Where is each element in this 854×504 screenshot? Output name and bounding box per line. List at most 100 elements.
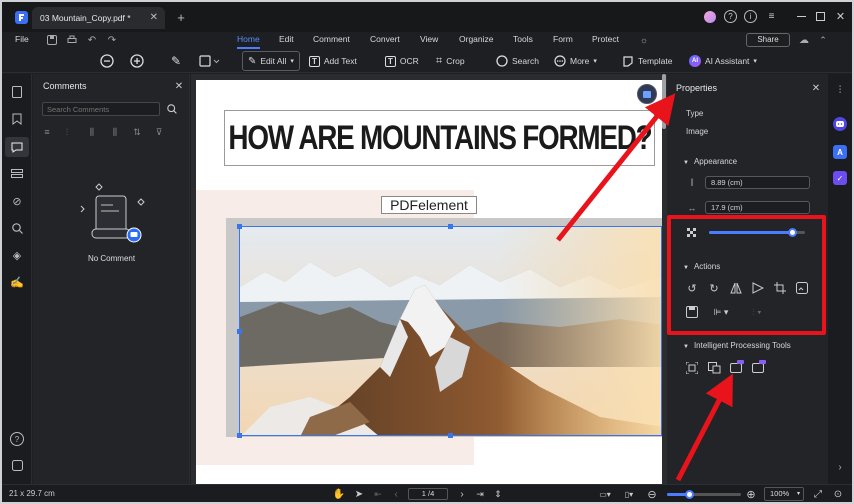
width-field[interactable]: 17.9 (cm) — [705, 201, 810, 214]
prev-page-icon[interactable]: ‹ — [390, 487, 402, 501]
template-button[interactable]: Template — [622, 51, 673, 71]
ai-assistant-button[interactable]: AI AI Assistant ▾ — [689, 51, 757, 71]
image-to-text-icon[interactable] — [707, 361, 721, 375]
redo-icon[interactable]: ↷ — [106, 34, 118, 46]
menu-view[interactable]: View — [420, 32, 438, 49]
feedback-icon[interactable] — [10, 458, 24, 472]
height-field[interactable]: 8.89 (cm) — [705, 176, 810, 189]
menu-home[interactable]: Home — [237, 32, 260, 49]
document-tab[interactable]: 03 Mountain_Copy.pdf * ✕ — [32, 7, 165, 29]
search-icon[interactable] — [10, 221, 24, 235]
filter-color-icon[interactable]: ⇅ — [131, 126, 143, 138]
info-icon[interactable]: i — [744, 10, 757, 23]
new-tab-icon[interactable]: + — [174, 10, 188, 25]
zoom-slider-thumb[interactable] — [685, 490, 695, 499]
ai-image-enhance-icon[interactable] — [729, 359, 745, 375]
menu-organize[interactable]: Organize — [459, 32, 494, 49]
first-page-icon[interactable]: ⇤ — [372, 487, 384, 501]
sort-icon[interactable]: ≡ — [41, 126, 53, 138]
filter-author-icon[interactable]: ⫼ — [86, 126, 98, 138]
select-tool-icon[interactable]: ➤ — [352, 487, 366, 501]
page-layout-icon[interactable]: ▭▾ — [597, 487, 613, 501]
ocr-button[interactable]: T OCR — [385, 51, 419, 71]
highlight-icon[interactable]: ✎ — [168, 53, 184, 69]
properties-toggle-icon[interactable]: ⫶ — [833, 83, 847, 97]
maximize-icon[interactable] — [814, 10, 827, 23]
page-indicator[interactable]: 1 /4 — [408, 488, 448, 500]
resize-handle-bm[interactable] — [448, 433, 453, 438]
pdf-page: HOW ARE MOUNTAINS FORMED? PDFelement — [196, 80, 662, 484]
heading-text-box[interactable]: HOW ARE MOUNTAINS FORMED? — [224, 110, 655, 166]
next-page-icon[interactable]: › — [456, 487, 468, 501]
menu-form[interactable]: Form — [553, 32, 573, 49]
last-page-icon[interactable]: ⇥ — [474, 487, 486, 501]
zoom-dropdown[interactable]: 100% ▾ — [764, 487, 804, 501]
add-text-button[interactable]: T Add Text — [309, 51, 357, 71]
ai-float-icon[interactable] — [637, 84, 657, 104]
collapse-ribbon-icon[interactable]: ⌃ — [817, 34, 829, 46]
signature-icon[interactable]: ✍ — [10, 275, 24, 289]
expand-panel-icon[interactable]: › — [833, 460, 847, 474]
scroll-mode-icon[interactable]: ⇕ — [492, 487, 504, 501]
menu-list-icon[interactable]: ≡ — [765, 10, 778, 23]
lightbulb-icon[interactable]: ☼ — [638, 34, 650, 46]
zoom-out-icon[interactable] — [99, 53, 115, 69]
menu-protect[interactable]: Protect — [592, 32, 619, 49]
reading-mode-icon[interactable]: ▯▾ — [621, 487, 637, 501]
avatar[interactable] — [704, 11, 716, 23]
undo-icon[interactable]: ↶ — [86, 34, 98, 46]
mountain-image[interactable] — [239, 226, 662, 436]
layers-icon[interactable] — [10, 167, 24, 181]
zoom-in-icon[interactable]: ⊕ — [745, 487, 757, 501]
fit-page-icon[interactable]: ⊙ — [832, 487, 844, 501]
shape-icon[interactable] — [198, 53, 222, 69]
upload-icon[interactable]: ☁ — [798, 34, 810, 46]
fit-width-icon[interactable]: ⤢ — [812, 487, 824, 501]
appearance-section-header[interactable]: ▼ Appearance — [683, 157, 737, 166]
crop-button[interactable]: ⌗ Crop — [436, 51, 465, 71]
zoom-in-icon[interactable] — [129, 53, 145, 69]
print-icon[interactable] — [66, 34, 78, 46]
menu-edit[interactable]: Edit — [279, 32, 294, 49]
more-button[interactable]: More ▾ — [554, 51, 597, 71]
help-icon[interactable]: ? — [10, 432, 24, 446]
close-tab-icon[interactable]: ✕ — [150, 12, 158, 23]
pdfelement-text-box[interactable]: PDFelement — [381, 196, 477, 214]
ai-image-remove-bg-icon[interactable] — [751, 359, 767, 375]
resize-handle-ml[interactable] — [237, 329, 242, 334]
page-thumbnails-icon[interactable] — [10, 85, 24, 99]
close-panel-icon[interactable]: ✕ — [810, 82, 822, 94]
help-icon[interactable]: ? — [724, 10, 737, 23]
intelligent-tools-section-header[interactable]: ▼ Intelligent Processing Tools — [683, 341, 791, 350]
minimize-icon[interactable] — [795, 10, 808, 23]
save-icon[interactable] — [46, 34, 58, 46]
clear-filter-icon[interactable]: ⊽ — [153, 126, 165, 138]
zoom-slider[interactable] — [667, 490, 741, 499]
search-comments-input[interactable] — [42, 102, 160, 116]
attachment-icon[interactable]: ⊘ — [10, 194, 24, 208]
resize-handle-tl[interactable] — [237, 224, 242, 229]
proofread-icon[interactable]: ✓ — [833, 171, 847, 185]
close-panel-icon[interactable]: ✕ — [173, 80, 185, 92]
resize-handle-bl[interactable] — [237, 433, 242, 438]
menu-tools[interactable]: Tools — [513, 32, 533, 49]
translate-icon[interactable]: A — [833, 145, 847, 159]
scan-image-icon[interactable] — [685, 361, 699, 375]
zoom-out-icon[interactable]: ⊖ — [646, 487, 658, 501]
filter-status-icon[interactable]: ⫼ — [109, 126, 121, 138]
filter-type-icon[interactable]: ⫶ — [61, 126, 73, 138]
hand-tool-icon[interactable]: ✋ — [332, 487, 346, 501]
share-button[interactable]: Share — [746, 33, 790, 47]
resize-handle-tm[interactable] — [448, 224, 453, 229]
comment-icon[interactable] — [5, 137, 29, 157]
search-icon[interactable] — [165, 102, 179, 116]
stack-icon[interactable]: ◈ — [10, 248, 24, 262]
close-icon[interactable]: ✕ — [834, 10, 847, 23]
menu-convert[interactable]: Convert — [370, 32, 400, 49]
file-menu[interactable]: File — [15, 32, 29, 49]
ai-chat-icon[interactable] — [833, 117, 847, 131]
edit-all-button[interactable]: ✎ Edit All ▾ — [242, 51, 300, 71]
menu-comment[interactable]: Comment — [313, 32, 350, 49]
bookmark-icon[interactable] — [10, 112, 24, 126]
search-button[interactable]: Search — [496, 51, 539, 71]
